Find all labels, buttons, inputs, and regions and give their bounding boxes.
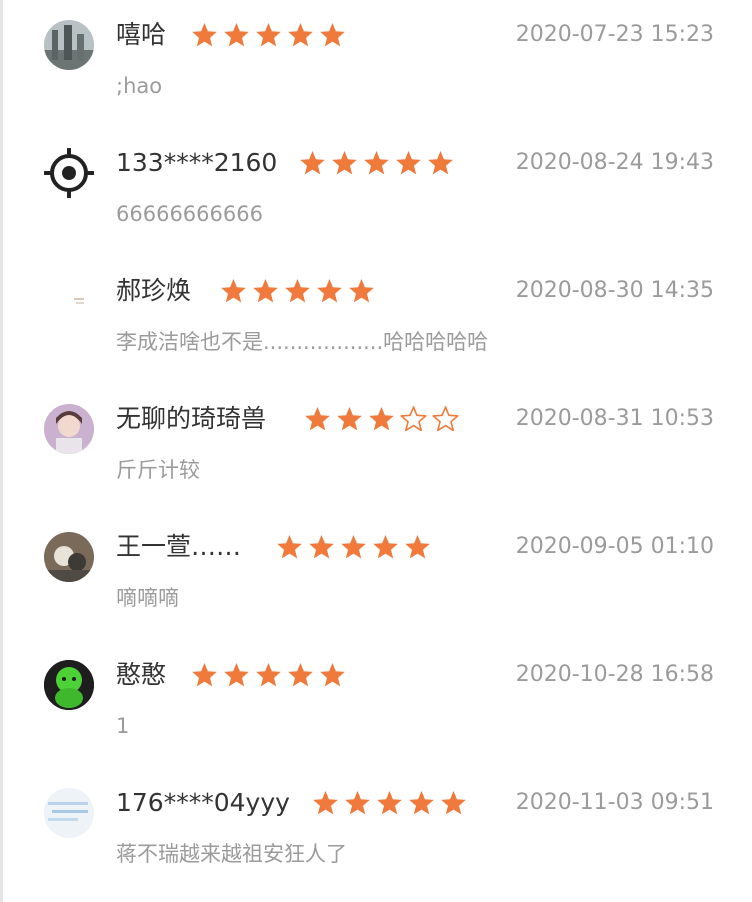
user-avatar[interactable] (44, 532, 94, 582)
star-filled-icon (427, 150, 454, 176)
review-item: 憨憨 2020-10-28 16:58 1 (0, 640, 752, 768)
review-item: 郝珍焕 2020-08-30 14:35 李成洁啥也不是............… (0, 256, 752, 384)
building-photo-avatar-icon (44, 20, 94, 70)
star-filled-icon (395, 150, 422, 176)
star-filled-icon (408, 790, 435, 816)
star-filled-icon (191, 662, 218, 688)
star-filled-icon (376, 790, 403, 816)
star-filled-icon (276, 534, 303, 560)
user-avatar[interactable] (44, 20, 94, 70)
star-filled-icon (440, 790, 467, 816)
girl-photo-avatar-icon (44, 404, 94, 454)
star-filled-icon (319, 22, 346, 48)
review-comment: 李成洁啥也不是..................哈哈哈哈哈 (116, 330, 489, 354)
review-item: 无聊的琦琦兽 2020-08-31 10:53 斤斤计较 (0, 384, 752, 512)
star-filled-icon (363, 150, 390, 176)
user-avatar[interactable] (44, 276, 94, 326)
user-name: 嘻哈 (116, 20, 167, 49)
star-filled-icon (299, 150, 326, 176)
star-filled-icon (312, 790, 339, 816)
review-time: 2020-11-03 09:51 (515, 790, 714, 815)
star-filled-icon (340, 534, 367, 560)
blank-avatar-icon (44, 276, 94, 326)
star-rating (191, 22, 351, 48)
star-filled-icon (336, 406, 363, 432)
star-filled-icon (255, 22, 282, 48)
star-filled-icon (223, 22, 250, 48)
user-name: 憨憨 (116, 660, 167, 689)
star-rating (312, 790, 472, 816)
star-filled-icon (348, 278, 375, 304)
star-filled-icon (331, 150, 358, 176)
animal-photo-avatar-icon (44, 532, 94, 582)
star-filled-icon (287, 22, 314, 48)
user-avatar[interactable] (44, 148, 94, 198)
star-filled-icon (308, 534, 335, 560)
star-rating (304, 406, 464, 432)
star-filled-icon (319, 662, 346, 688)
star-filled-icon (191, 22, 218, 48)
star-filled-icon (220, 278, 247, 304)
star-filled-icon (284, 278, 311, 304)
star-filled-icon (368, 406, 395, 432)
star-empty-icon (432, 406, 459, 432)
review-item: 176****04yyy 2020-11-03 09:51 蒋不瑞越来越祖安狂人… (0, 768, 752, 896)
star-rating (276, 534, 436, 560)
user-name: 王一萱…… (116, 532, 242, 561)
review-time: 2020-08-24 19:43 (515, 150, 714, 175)
review-comment: 66666666666 (116, 202, 263, 226)
review-time: 2020-08-31 10:53 (515, 406, 714, 431)
review-comment: 1 (116, 714, 130, 738)
star-filled-icon (223, 662, 250, 688)
review-comment: 斤斤计较 (116, 458, 200, 482)
user-name: 176****04yyy (116, 788, 290, 817)
star-rating (220, 278, 380, 304)
star-filled-icon (316, 278, 343, 304)
star-empty-icon (400, 406, 427, 432)
review-item: 王一萱…… 2020-09-05 01:10 嘀嘀嘀 (0, 512, 752, 640)
review-time: 2020-09-05 01:10 (515, 534, 714, 559)
star-rating (191, 662, 351, 688)
crosshair-icon (44, 148, 94, 198)
star-rating (299, 150, 459, 176)
user-avatar[interactable] (44, 404, 94, 454)
user-name: 郝珍焕 (116, 276, 192, 305)
review-time: 2020-08-30 14:35 (515, 278, 714, 303)
star-filled-icon (287, 662, 314, 688)
blue-lines-avatar-icon (44, 788, 94, 838)
star-filled-icon (404, 534, 431, 560)
review-comment: ;hao (116, 74, 163, 98)
review-time: 2020-07-23 15:23 (515, 22, 714, 47)
star-filled-icon (372, 534, 399, 560)
review-comment: 蒋不瑞越来越祖安狂人了 (116, 842, 347, 866)
star-filled-icon (304, 406, 331, 432)
star-filled-icon (344, 790, 371, 816)
review-item: 133****2160 2020-08-24 19:43 66666666666 (0, 128, 752, 256)
review-time: 2020-10-28 16:58 (515, 662, 714, 687)
review-item: 嘻哈 2020-07-23 15:23 ;hao (0, 0, 752, 128)
user-name: 133****2160 (116, 148, 278, 177)
green-turtle-icon (44, 660, 94, 710)
review-comment: 嘀嘀嘀 (116, 586, 179, 610)
user-avatar[interactable] (44, 660, 94, 710)
user-name: 无聊的琦琦兽 (116, 404, 267, 433)
star-filled-icon (255, 662, 282, 688)
user-avatar[interactable] (44, 788, 94, 838)
star-filled-icon (252, 278, 279, 304)
